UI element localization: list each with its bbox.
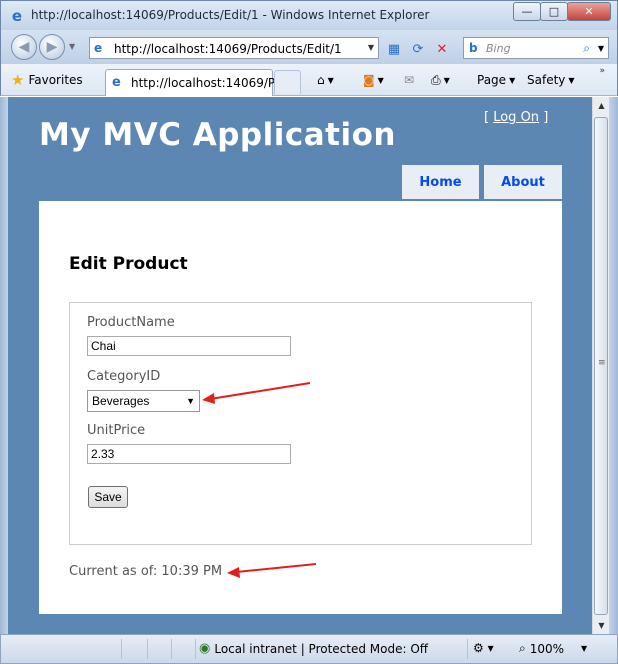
logon-bracket-open: [ (484, 110, 490, 125)
search-box[interactable]: b Bing ⌕ ▼ (463, 37, 609, 59)
mail-icon: ✉ (404, 73, 415, 87)
maximize-button[interactable]: □ (540, 2, 568, 21)
tab-title: http://localhost:14069/P... (131, 76, 285, 90)
favorites-label: Favorites (28, 73, 83, 87)
page-title: Edit Product (69, 254, 188, 274)
scroll-down-icon[interactable]: ▼ (593, 617, 610, 634)
logon-link[interactable]: Log On (493, 110, 539, 125)
unit-price-label: UnitPrice (87, 423, 146, 438)
forward-arrow-icon: ▶ (46, 39, 58, 55)
tab-page-icon: e (112, 75, 121, 90)
menu-home[interactable]: Home (402, 165, 479, 199)
forward-button[interactable]: ▶ (39, 34, 65, 60)
search-icon[interactable]: ⌕ (583, 41, 590, 56)
favorites-bar: ★ Favorites e http://localhost:14069/P..… (0, 64, 618, 96)
category-select[interactable]: Beverages ▼ (87, 390, 200, 412)
favorites-button[interactable]: ★ Favorites (11, 71, 83, 89)
status-divider (121, 639, 122, 659)
grip-icon: ≡ (598, 358, 606, 368)
home-icon: ⌂ (317, 73, 325, 87)
chevron-down-icon: ▼ (186, 396, 195, 406)
search-placeholder[interactable]: Bing (486, 42, 511, 55)
chevron-down-icon: ▼ (327, 75, 334, 85)
page-menu[interactable]: Page ▼ (477, 71, 515, 89)
search-dropdown-icon[interactable]: ▼ (598, 44, 604, 53)
home-command[interactable]: ⌂ ▼ (317, 71, 334, 89)
product-name-input[interactable]: Chai (87, 336, 291, 356)
menu-about[interactable]: About (484, 165, 562, 199)
chevron-down-icon: ▼ (509, 75, 516, 85)
scrollbar-thumb[interactable]: ≡ (594, 117, 608, 615)
category-selected-value: Beverages (92, 394, 150, 408)
annotation-arrow-category (202, 382, 311, 404)
site-title: My MVC Application (39, 117, 396, 153)
rss-icon: ◙ (363, 73, 375, 87)
safety-menu[interactable]: Safety ▼ (527, 71, 575, 89)
minimize-button[interactable]: — (513, 2, 541, 21)
refresh-icon[interactable]: ⟳ (407, 38, 429, 60)
category-id-label: CategoryID (87, 369, 161, 384)
window-frame-left (0, 97, 8, 634)
chevron-down-icon: ▼ (568, 75, 575, 85)
page-viewport: My MVC Application [ Log On ] Home About… (8, 97, 592, 634)
logon-bracket-close: ] (543, 110, 549, 125)
more-commands-icon[interactable]: » (599, 66, 605, 76)
edit-fieldset: ProductName Chai CategoryID Beverages ▼ … (69, 302, 532, 545)
ie-logo-icon: e (11, 7, 23, 25)
star-icon: ★ (11, 71, 25, 89)
window-controls: — □ ✕ (513, 2, 611, 21)
scroll-up-icon[interactable]: ▲ (593, 97, 610, 114)
zoom-dropdown-icon[interactable]: ▼ (581, 644, 587, 653)
status-divider (147, 639, 148, 659)
logon-area: [ Log On ] (484, 110, 548, 125)
zone-label: Local intranet | Protected Mode: Off (214, 641, 429, 656)
zoom-control[interactable]: ⌕ 100% (519, 641, 564, 656)
current-time-note: Current as of: 10:39 PM (69, 564, 223, 579)
save-button[interactable]: Save (88, 486, 128, 508)
safety-menu-label: Safety (527, 73, 566, 87)
status-divider (195, 639, 196, 659)
feeds-command[interactable]: ◙ ▼ (363, 71, 384, 89)
chevron-down-icon: ▼ (377, 75, 384, 85)
browser-tab[interactable]: e http://localhost:14069/P... (105, 69, 285, 96)
compatibility-view-icon[interactable]: ▦ (383, 38, 405, 60)
unit-price-input[interactable]: 2.33 (87, 444, 291, 464)
close-window-button[interactable]: ✕ (567, 2, 611, 21)
security-zone[interactable]: ◉ Local intranet | Protected Mode: Off (199, 641, 428, 656)
back-button[interactable]: ◀ (11, 34, 37, 60)
bing-logo-icon: b (469, 41, 478, 55)
magnifier-icon: ⌕ (519, 641, 526, 655)
address-bar[interactable]: e http://localhost:14069/Products/Edit/1… (89, 37, 379, 59)
status-divider (171, 639, 172, 659)
address-dropdown-icon[interactable]: ▼ (368, 43, 374, 52)
recent-pages-dropdown[interactable]: ▼ (69, 42, 75, 51)
vertical-scrollbar[interactable]: ▲ ≡ ▼ (592, 97, 609, 634)
window-frame-right (609, 97, 618, 634)
status-bar: ◉ Local intranet | Protected Mode: Off ⚙… (0, 634, 618, 664)
page-menu-label: Page (477, 73, 507, 87)
globe-icon: ◉ (199, 641, 211, 656)
main-content: Edit Product ProductName Chai CategoryID… (39, 201, 562, 614)
back-arrow-icon: ◀ (18, 39, 30, 55)
print-icon: ⎙ (431, 72, 441, 87)
zoom-level: 100% (529, 641, 565, 656)
protected-mode-icon[interactable]: ⚙ ▾ (473, 641, 494, 655)
page-icon: e (94, 41, 103, 55)
stop-icon[interactable]: ✕ (431, 38, 453, 60)
status-divider (467, 639, 468, 659)
address-text[interactable]: http://localhost:14069/Products/Edit/1 (114, 42, 342, 56)
navigation-bar: ◀ ▶ ▼ e http://localhost:14069/Products/… (0, 30, 618, 64)
product-name-label: ProductName (87, 315, 175, 330)
print-command[interactable]: ⎙ ▼ (431, 71, 450, 89)
new-tab-button[interactable] (274, 70, 301, 94)
annotation-arrow-time (227, 563, 317, 578)
window-title: http://localhost:14069/Products/Edit/1 -… (31, 8, 430, 22)
mail-command[interactable]: ✉ (404, 71, 414, 89)
chevron-down-icon: ▼ (443, 75, 450, 85)
title-bar: e http://localhost:14069/Products/Edit/1… (0, 0, 618, 30)
